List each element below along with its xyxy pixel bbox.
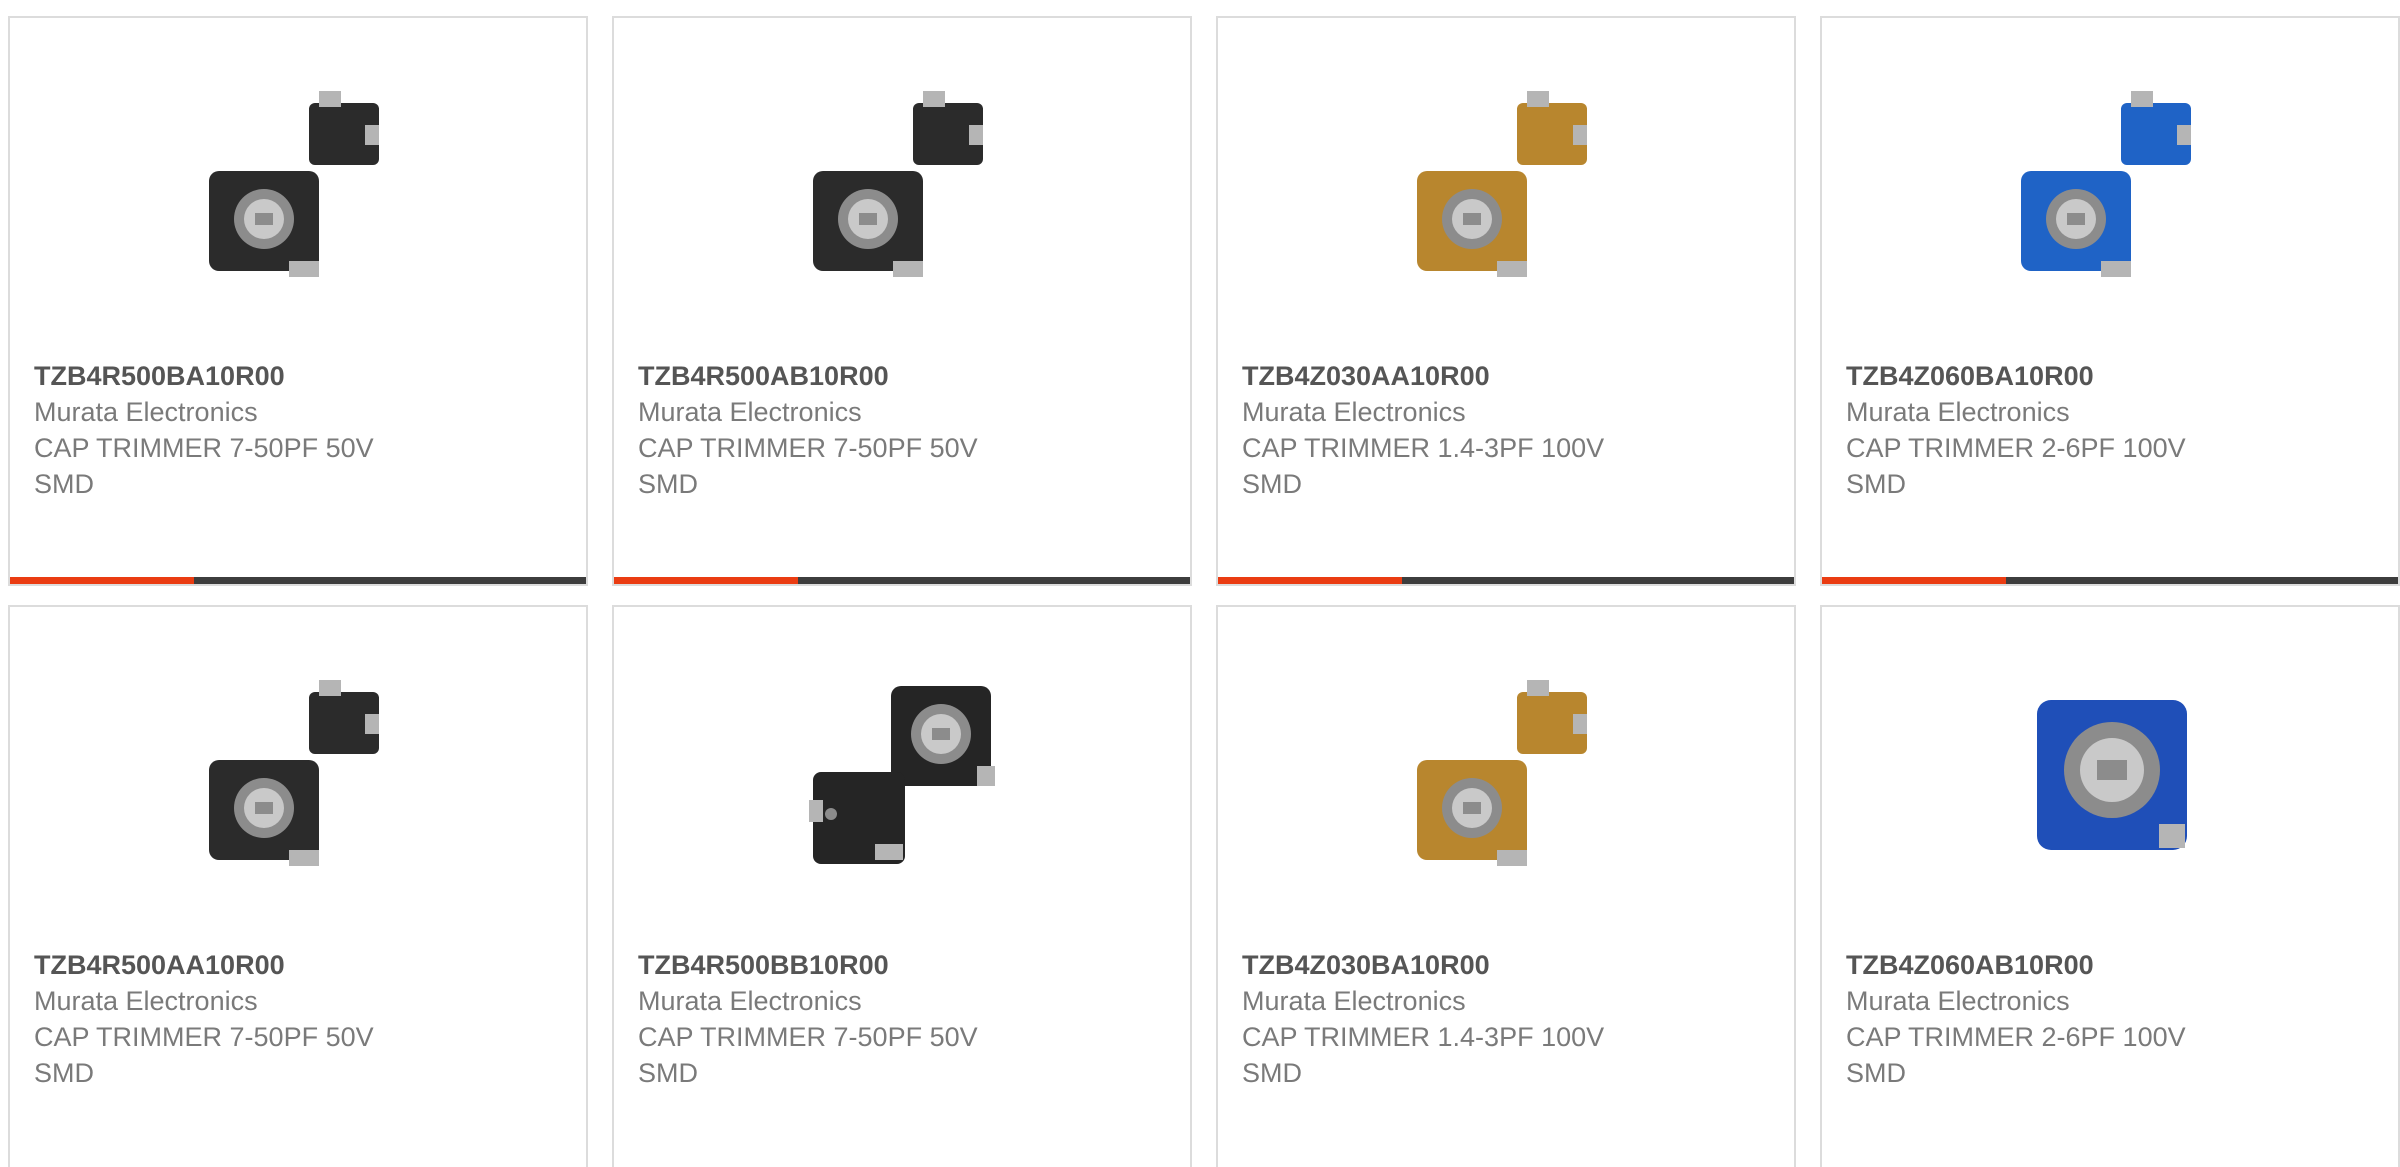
- manufacturer: Murata Electronics: [34, 986, 258, 1016]
- product-image[interactable]: [1405, 85, 1611, 291]
- manufacturer: Murata Electronics: [638, 397, 862, 427]
- product-card[interactable]: TZB4R500BA10R00 Murata Electronics CAP T…: [8, 16, 588, 586]
- manufacturer: Murata Electronics: [1242, 986, 1466, 1016]
- description-line: SMD: [34, 469, 94, 499]
- description-line: CAP TRIMMER 2-6PF 100V: [1846, 433, 2186, 463]
- product-image[interactable]: [197, 674, 403, 880]
- manufacturer: Murata Electronics: [638, 986, 862, 1016]
- part-number[interactable]: TZB4R500AA10R00: [34, 947, 574, 983]
- black-trimmer-capacitor-image: [809, 686, 995, 864]
- description-line: CAP TRIMMER 7-50PF 50V: [638, 1022, 978, 1052]
- part-number[interactable]: TZB4Z030BA10R00: [1242, 947, 1782, 983]
- part-number[interactable]: TZB4R500BB10R00: [638, 947, 1178, 983]
- card-accent-bar: [10, 577, 194, 584]
- product-card[interactable]: TZB4R500AA10R00 Murata Electronics CAP T…: [8, 605, 588, 1167]
- black-trimmer-capacitor-image: [209, 91, 379, 277]
- part-number[interactable]: TZB4Z060AB10R00: [1846, 947, 2386, 983]
- product-image[interactable]: [1405, 674, 1611, 880]
- product-image[interactable]: [2009, 85, 2215, 291]
- product-grid: TZB4R500BA10R00 Murata Electronics CAP T…: [0, 0, 2400, 1167]
- product-card[interactable]: TZB4R500BB10R00 Murata Electronics CAP T…: [612, 605, 1192, 1167]
- black-trimmer-capacitor-image: [813, 91, 983, 277]
- product-image[interactable]: [801, 674, 1007, 880]
- manufacturer: Murata Electronics: [1846, 397, 2070, 427]
- part-number[interactable]: TZB4R500AB10R00: [638, 358, 1178, 394]
- card-bottom-bar: [10, 577, 586, 584]
- manufacturer: Murata Electronics: [1242, 397, 1466, 427]
- description-line: CAP TRIMMER 7-50PF 50V: [638, 433, 978, 463]
- card-bottom-bar: [1822, 577, 2398, 584]
- description-line: SMD: [34, 1058, 94, 1088]
- blue-trimmer-capacitor-image: [2021, 91, 2191, 277]
- description-line: CAP TRIMMER 7-50PF 50V: [34, 1022, 374, 1052]
- blue-trimmer-capacitor-image: [2037, 700, 2187, 850]
- description-line: SMD: [638, 1058, 698, 1088]
- description-line: CAP TRIMMER 1.4-3PF 100V: [1242, 1022, 1605, 1052]
- card-accent-bar: [1218, 577, 1402, 584]
- manufacturer: Murata Electronics: [1846, 986, 2070, 1016]
- card-bottom-bar: [614, 577, 1190, 584]
- tan-trimmer-capacitor-image: [1417, 680, 1587, 866]
- description-line: SMD: [1846, 469, 1906, 499]
- part-number[interactable]: TZB4Z030AA10R00: [1242, 358, 1782, 394]
- description-line: SMD: [1846, 1058, 1906, 1088]
- product-card[interactable]: TZB4Z060BA10R00 Murata Electronics CAP T…: [1820, 16, 2400, 586]
- description-line: SMD: [1242, 1058, 1302, 1088]
- part-number[interactable]: TZB4Z060BA10R00: [1846, 358, 2386, 394]
- card-accent-bar: [614, 577, 798, 584]
- card-accent-bar: [1822, 577, 2006, 584]
- description-line: CAP TRIMMER 2-6PF 100V: [1846, 1022, 2186, 1052]
- black-trimmer-capacitor-image: [209, 680, 379, 866]
- product-image[interactable]: [197, 85, 403, 291]
- description-line: SMD: [638, 469, 698, 499]
- manufacturer: Murata Electronics: [34, 397, 258, 427]
- part-number[interactable]: TZB4R500BA10R00: [34, 358, 574, 394]
- description-line: CAP TRIMMER 1.4-3PF 100V: [1242, 433, 1605, 463]
- product-card[interactable]: TZB4Z030BA10R00 Murata Electronics CAP T…: [1216, 605, 1796, 1167]
- product-image[interactable]: [2009, 674, 2215, 880]
- product-card[interactable]: TZB4Z030AA10R00 Murata Electronics CAP T…: [1216, 16, 1796, 586]
- product-card[interactable]: TZB4R500AB10R00 Murata Electronics CAP T…: [612, 16, 1192, 586]
- product-card[interactable]: TZB4Z060AB10R00 Murata Electronics CAP T…: [1820, 605, 2400, 1167]
- description-line: SMD: [1242, 469, 1302, 499]
- card-bottom-bar: [1218, 577, 1794, 584]
- product-image[interactable]: [801, 85, 1007, 291]
- tan-trimmer-capacitor-image: [1417, 91, 1587, 277]
- description-line: CAP TRIMMER 7-50PF 50V: [34, 433, 374, 463]
